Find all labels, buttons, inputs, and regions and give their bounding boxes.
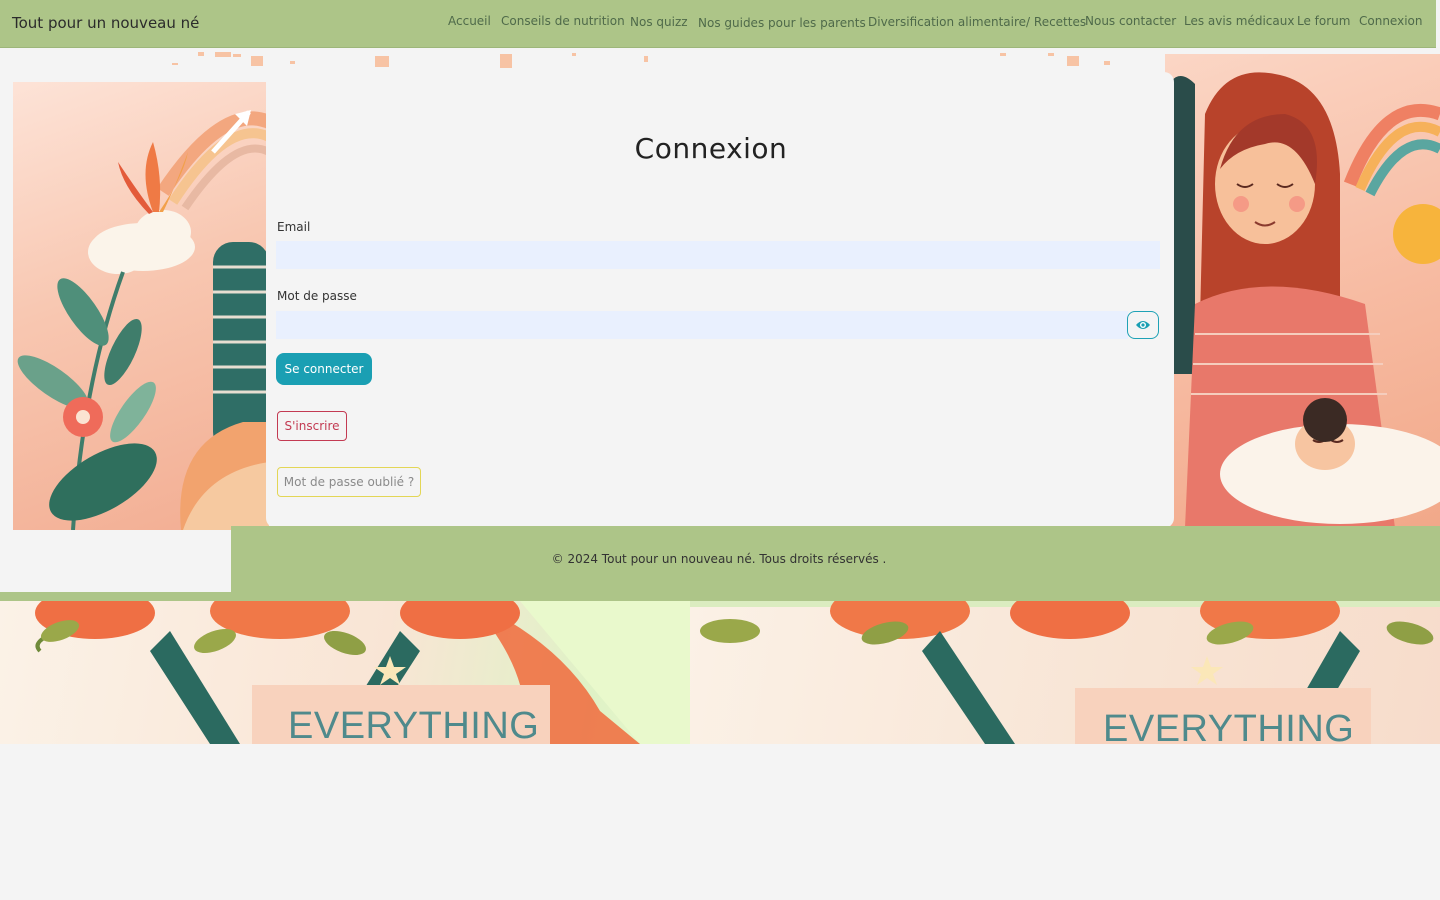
login-card: Connexion Email Mot de passe Se connecte…	[266, 72, 1174, 528]
nav-link-diversification[interactable]: Diversification alimentaire/ Recettes	[868, 15, 1086, 29]
top-navbar: Tout pour un nouveau né Accueil Conseils…	[0, 0, 1436, 48]
banner-label-left: EVERYTHING	[252, 685, 550, 744]
password-field[interactable]	[276, 311, 1128, 339]
footer-copyright: © 2024 Tout pour un nouveau né. Tous dro…	[551, 552, 887, 566]
nav-link-guides-parents[interactable]: Nos guides pour les parents	[698, 16, 866, 30]
illustration-parent-flowers	[13, 82, 269, 530]
nav-link-quizz[interactable]: Nos quizz	[630, 15, 688, 29]
toggle-password-button[interactable]	[1127, 311, 1159, 339]
nav-link-contact[interactable]: Nous contacter	[1085, 14, 1176, 28]
site-brand[interactable]: Tout pour un nouveau né	[12, 14, 199, 32]
nav-link-connexion[interactable]: Connexion	[1359, 14, 1423, 28]
footer-divider	[0, 592, 1440, 601]
nav-link-conseils-nutrition[interactable]: Conseils de nutrition	[501, 14, 625, 28]
promo-banner-left: EVERYTHING	[0, 601, 690, 744]
page-title: Connexion	[634, 132, 788, 165]
banner-label-right: EVERYTHING	[1075, 688, 1371, 744]
login-button[interactable]: Se connecter	[276, 353, 372, 385]
nav-link-avis-medicaux[interactable]: Les avis médicaux	[1184, 14, 1294, 28]
email-field[interactable]	[276, 241, 1160, 269]
forgot-password-button[interactable]: Mot de passe oublié ?	[277, 467, 421, 497]
eye-icon	[1136, 321, 1150, 329]
nav-link-accueil[interactable]: Accueil	[448, 14, 491, 28]
password-label: Mot de passe	[277, 289, 357, 303]
promo-banner-right: EVERYTHING	[690, 601, 1440, 744]
register-button[interactable]: S'inscrire	[277, 411, 347, 441]
nav-link-forum[interactable]: Le forum	[1297, 14, 1350, 28]
illustration-mother-baby	[1165, 54, 1440, 528]
email-label: Email	[277, 220, 311, 234]
site-footer: © 2024 Tout pour un nouveau né. Tous dro…	[231, 526, 1440, 594]
